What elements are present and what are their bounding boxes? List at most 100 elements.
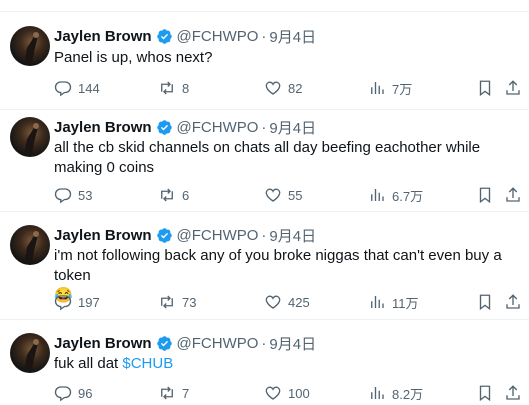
avatar[interactable] [10, 225, 50, 265]
view-count: 7万 [392, 81, 413, 97]
share-button[interactable] [504, 185, 522, 205]
bookmark-button[interactable] [476, 292, 494, 312]
like-count: 425 [288, 294, 310, 310]
views-icon [371, 82, 384, 94]
reply-button[interactable]: 96 [54, 383, 92, 403]
bookmark-button[interactable] [476, 383, 494, 403]
like-count: 100 [288, 385, 310, 401]
like-button[interactable]: 82 [264, 78, 302, 98]
reply-count: 96 [78, 385, 93, 401]
cashtag-link[interactable]: $CHUB [122, 355, 173, 372]
author-handle[interactable]: @FCHWPO [177, 227, 259, 244]
views-button[interactable]: 6.7万 [368, 185, 423, 205]
retweet-button[interactable]: 7 [158, 383, 189, 403]
tweet[interactable]: Jaylen Brown @FCHWPO · 9月4日 fuk all dat … [0, 320, 529, 405]
tweet[interactable]: Jaylen Brown @FCHWPO · 9月4日 i'm not foll… [0, 212, 529, 320]
share-icon [506, 80, 520, 95]
author-name[interactable]: Jaylen Brown [54, 28, 152, 45]
separator-dot: · [261, 226, 267, 244]
retweet-count: 6 [182, 187, 190, 203]
avatar-image [24, 339, 39, 371]
share-icon [506, 294, 520, 309]
retweet-button[interactable]: 8 [158, 78, 189, 98]
previous-tweet-edge [0, 0, 529, 12]
retweet-count: 73 [182, 294, 197, 310]
avatar[interactable] [10, 333, 50, 373]
like-count: 82 [288, 80, 303, 96]
tweet-date[interactable]: 9月4日 [269, 26, 316, 47]
tweet-text-content: Panel is up, whos next? [54, 49, 213, 66]
author-handle[interactable]: @FCHWPO [177, 28, 259, 45]
retweet-icon [161, 295, 173, 309]
tweet-actions: 144 8 82 7万 [54, 78, 524, 98]
avatar[interactable] [10, 117, 50, 157]
author-name[interactable]: Jaylen Brown [54, 335, 152, 352]
bookmark-icon [479, 385, 491, 402]
bookmark-icon [479, 187, 491, 204]
avatar-image [24, 32, 39, 64]
reply-count: 197 [78, 294, 100, 310]
views-button[interactable]: 8.2万 [368, 383, 423, 403]
share-icon [506, 385, 520, 400]
view-count: 11万 [392, 295, 419, 311]
avatar[interactable] [10, 26, 50, 66]
heart-icon [265, 386, 281, 400]
reply-button[interactable]: 144 [54, 78, 100, 98]
views-button[interactable]: 7万 [368, 78, 412, 98]
heart-icon [265, 188, 281, 202]
tweet-text-content: i'm not following back any of you broke … [54, 247, 502, 284]
tweet-actions: 53 6 55 6.7万 [54, 185, 524, 205]
author-handle[interactable]: @FCHWPO [177, 335, 259, 352]
like-button[interactable]: 425 [264, 292, 310, 312]
views-icon [371, 189, 384, 201]
reply-icon [54, 188, 72, 204]
reply-count: 144 [78, 80, 100, 96]
verified-badge-icon[interactable] [156, 335, 173, 352]
tweet-text: all the cb skid channels on chats all da… [54, 138, 514, 178]
separator-dot: · [261, 118, 267, 136]
reply-count: 53 [78, 187, 93, 203]
share-button[interactable] [504, 292, 522, 312]
view-count: 6.7万 [392, 188, 424, 204]
tweet-date[interactable]: 9月4日 [269, 225, 316, 246]
share-icon [506, 187, 520, 202]
reply-button[interactable]: 53 [54, 185, 92, 205]
verified-badge-icon[interactable] [156, 119, 173, 136]
reply-button[interactable]: 197 [54, 292, 100, 312]
verified-badge-icon[interactable] [156, 227, 173, 244]
views-icon [371, 296, 384, 308]
separator-dot: · [261, 334, 267, 352]
heart-icon [265, 295, 281, 309]
retweet-icon [161, 188, 173, 202]
tweet-date[interactable]: 9月4日 [269, 333, 316, 354]
tweet-actions: 96 7 100 8.2万 [54, 383, 524, 403]
reply-icon [54, 295, 72, 311]
avatar-image [24, 123, 39, 155]
tweet-text: fuk all dat $CHUB [54, 354, 514, 374]
retweet-count: 8 [182, 80, 190, 96]
tweet-text-content: fuk all dat [54, 355, 123, 372]
bookmark-icon [479, 294, 491, 311]
author-name[interactable]: Jaylen Brown [54, 227, 152, 244]
tweet[interactable]: Jaylen Brown @FCHWPO · 9月4日 all the cb s… [0, 110, 529, 212]
views-icon [371, 387, 384, 399]
like-button[interactable]: 100 [264, 383, 310, 403]
share-button[interactable] [504, 383, 522, 403]
tweet-actions: 197 73 425 11万 [54, 292, 524, 312]
reply-icon [54, 81, 72, 97]
author-handle[interactable]: @FCHWPO [177, 119, 259, 136]
tweet[interactable]: Jaylen Brown @FCHWPO · 9月4日 Panel is up,… [0, 12, 529, 110]
bookmark-icon [479, 80, 491, 97]
retweet-button[interactable]: 73 [158, 292, 196, 312]
views-button[interactable]: 11万 [368, 292, 419, 312]
bookmark-button[interactable] [476, 185, 494, 205]
like-count: 55 [288, 187, 303, 203]
verified-badge-icon[interactable] [156, 28, 173, 45]
like-button[interactable]: 55 [264, 185, 302, 205]
tweet-date[interactable]: 9月4日 [269, 117, 316, 138]
bookmark-button[interactable] [476, 78, 494, 98]
share-button[interactable] [504, 78, 522, 98]
author-name[interactable]: Jaylen Brown [54, 119, 152, 136]
retweet-button[interactable]: 6 [158, 185, 189, 205]
retweet-icon [161, 81, 173, 95]
